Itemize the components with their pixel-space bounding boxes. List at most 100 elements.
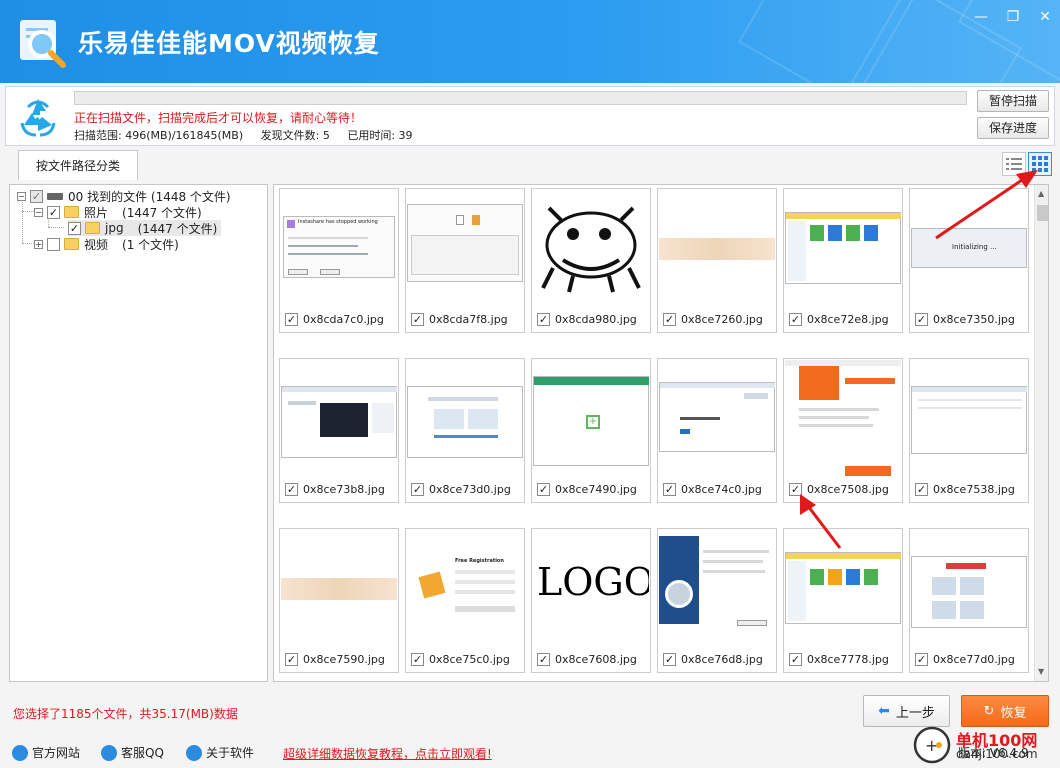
scan-progress-bar	[74, 91, 967, 105]
grid-view-button[interactable]	[1028, 152, 1052, 176]
tree-checkbox[interactable]: ✓	[68, 221, 81, 235]
collapse-icon[interactable]: −	[17, 191, 26, 201]
file-card[interactable]: ✓ 0x8ce7590.jpg	[279, 528, 399, 673]
about-link[interactable]: 关于软件	[186, 744, 254, 761]
tree-node-jpg[interactable]: ✓ jpg (1447 个文件)	[68, 220, 222, 236]
tree-checkbox[interactable]	[47, 237, 60, 251]
file-thumbnail[interactable]: Initializing ...	[911, 190, 1027, 309]
file-checkbox[interactable]: ✓	[411, 653, 424, 666]
file-name: 0x8ce74c0.jpg	[681, 483, 762, 496]
close-button[interactable]: ✕	[1030, 6, 1060, 28]
tree-checkbox[interactable]: ✓	[30, 189, 43, 203]
minimize-button[interactable]: —	[966, 6, 996, 28]
file-checkbox[interactable]: ✓	[285, 313, 298, 326]
file-thumbnail[interactable]	[659, 360, 775, 479]
website-label: 官方网站	[32, 746, 81, 760]
thumb-logo-text: LOGO	[537, 560, 649, 604]
file-thumbnail[interactable]	[281, 530, 397, 649]
file-name: 0x8cda7c0.jpg	[303, 313, 384, 326]
file-thumbnail[interactable]	[785, 360, 901, 479]
file-card[interactable]: ✓ 0x8ce73b8.jpg	[279, 358, 399, 503]
scan-status-message: 正在扫描文件，扫描完成后才可以恢复，请耐心等待！	[74, 111, 363, 125]
file-name: 0x8ce7608.jpg	[555, 653, 637, 666]
file-checkbox[interactable]: ✓	[915, 653, 928, 666]
file-checkbox[interactable]: ✓	[789, 653, 802, 666]
file-checkbox[interactable]: ✓	[537, 653, 550, 666]
file-checkbox[interactable]: ✓	[663, 483, 676, 496]
scroll-down-icon[interactable]: ▼	[1038, 667, 1044, 676]
file-card[interactable]: ✓ 0x8ce7260.jpg	[657, 188, 777, 333]
tab-by-path[interactable]: 按文件路径分类	[18, 150, 138, 180]
file-checkbox[interactable]: ✓	[411, 313, 424, 326]
list-view-button[interactable]	[1002, 152, 1026, 176]
file-card[interactable]: ✓ 0x8cda980.jpg	[531, 188, 651, 333]
tree-node-videos[interactable]: + 视频 (1 个文件)	[34, 236, 179, 252]
file-card[interactable]: ✓ 0x8ce72e8.jpg	[783, 188, 903, 333]
tree-checkbox[interactable]: ✓	[47, 205, 60, 219]
file-card[interactable]: ✓ 0x8ce73d0.jpg	[405, 358, 525, 503]
tree-node-root[interactable]: − ✓ 00 找到的文件 (1448 个文件)	[17, 188, 231, 204]
file-checkbox[interactable]: ✓	[915, 313, 928, 326]
file-thumbnail[interactable]: Free Registration	[407, 530, 523, 649]
file-checkbox[interactable]: ✓	[411, 483, 424, 496]
maximize-button[interactable]: ❐	[998, 6, 1028, 28]
file-thumbnail[interactable]	[785, 530, 901, 649]
file-thumbnail[interactable]: Instashare has stopped working	[281, 190, 397, 309]
file-checkbox[interactable]: ✓	[663, 313, 676, 326]
file-thumbnail[interactable]	[911, 360, 1027, 479]
file-card[interactable]: ✓ 0x8cda7f8.jpg	[405, 188, 525, 333]
file-thumbnail[interactable]	[659, 530, 775, 649]
file-thumbnail[interactable]: +	[533, 360, 649, 479]
collapse-icon[interactable]: −	[34, 207, 43, 217]
file-name: 0x8ce77d0.jpg	[933, 653, 1015, 666]
file-checkbox[interactable]: ✓	[915, 483, 928, 496]
scroll-up-icon[interactable]: ▲	[1038, 189, 1044, 198]
grid-scrollbar[interactable]: ▲ ▼	[1034, 185, 1048, 681]
folder-icon	[85, 222, 100, 234]
file-card[interactable]: LOGO ✓ 0x8ce7608.jpg	[531, 528, 651, 673]
file-card[interactable]: ✓ 0x8ce77d0.jpg	[909, 528, 1029, 673]
file-thumbnail[interactable]	[659, 190, 775, 309]
file-card[interactable]: ✓ 0x8ce74c0.jpg	[657, 358, 777, 503]
file-checkbox[interactable]: ✓	[789, 483, 802, 496]
grid-view-icon	[1032, 156, 1048, 172]
file-checkbox[interactable]: ✓	[285, 483, 298, 496]
file-checkbox[interactable]: ✓	[537, 483, 550, 496]
save-progress-button[interactable]: 保存进度	[977, 117, 1049, 139]
file-card[interactable]: ✓ 0x8ce7508.jpg	[783, 358, 903, 503]
file-card[interactable]: ✓ 0x8ce76d8.jpg	[657, 528, 777, 673]
file-thumbnail[interactable]	[281, 360, 397, 479]
file-name: 0x8ce72e8.jpg	[807, 313, 889, 326]
file-card[interactable]: + ✓ 0x8ce7490.jpg	[531, 358, 651, 503]
pause-scan-button[interactable]: 暂停扫描	[977, 90, 1049, 112]
prev-step-button[interactable]: ⬅ 上一步	[863, 695, 950, 727]
scan-stats: 扫描范围: 496(MB)/161845(MB) 发现文件数: 5 已用时间: …	[74, 127, 427, 143]
refresh-icon: ↻	[983, 703, 995, 719]
file-checkbox[interactable]: ✓	[789, 313, 802, 326]
file-thumbnail[interactable]	[407, 360, 523, 479]
tutorial-promo-link[interactable]: 超级详细数据恢复教程，点击立即观看!	[283, 745, 492, 762]
file-card[interactable]: Free Registration ✓ 0x8ce75c0.jpg	[405, 528, 525, 673]
file-checkbox[interactable]: ✓	[285, 653, 298, 666]
file-thumbnail[interactable]	[911, 530, 1027, 649]
scan-panel: 正在扫描文件，扫描完成后才可以恢复，请耐心等待！ 扫描范围: 496(MB)/1…	[5, 86, 1055, 146]
file-card[interactable]: ✓ 0x8ce7538.jpg	[909, 358, 1029, 503]
file-thumbnail[interactable]: LOGO	[533, 530, 649, 649]
file-card[interactable]: ✓ 0x8ce7778.jpg	[783, 528, 903, 673]
scroll-thumb[interactable]	[1037, 205, 1048, 221]
file-card[interactable]: Initializing ... ✓ 0x8ce7350.jpg	[909, 188, 1029, 333]
tree-node-photos[interactable]: − ✓ 照片 (1447 个文件)	[34, 204, 202, 220]
file-thumbnail[interactable]	[407, 190, 523, 309]
expand-icon[interactable]: +	[34, 239, 43, 249]
file-thumbnail[interactable]	[785, 190, 901, 309]
recycle-icon	[20, 99, 56, 137]
website-link[interactable]: 官方网站	[12, 744, 80, 761]
recover-button[interactable]: ↻ 恢复	[961, 695, 1049, 727]
qq-link[interactable]: 客服QQ	[101, 744, 164, 761]
file-name: 0x8ce7350.jpg	[933, 313, 1015, 326]
file-checkbox[interactable]: ✓	[663, 653, 676, 666]
file-checkbox[interactable]: ✓	[537, 313, 550, 326]
file-thumbnail[interactable]	[533, 190, 649, 309]
file-card[interactable]: Instashare has stopped working ✓ 0x8cda7c0…	[279, 188, 399, 333]
file-name: 0x8ce73d0.jpg	[429, 483, 511, 496]
